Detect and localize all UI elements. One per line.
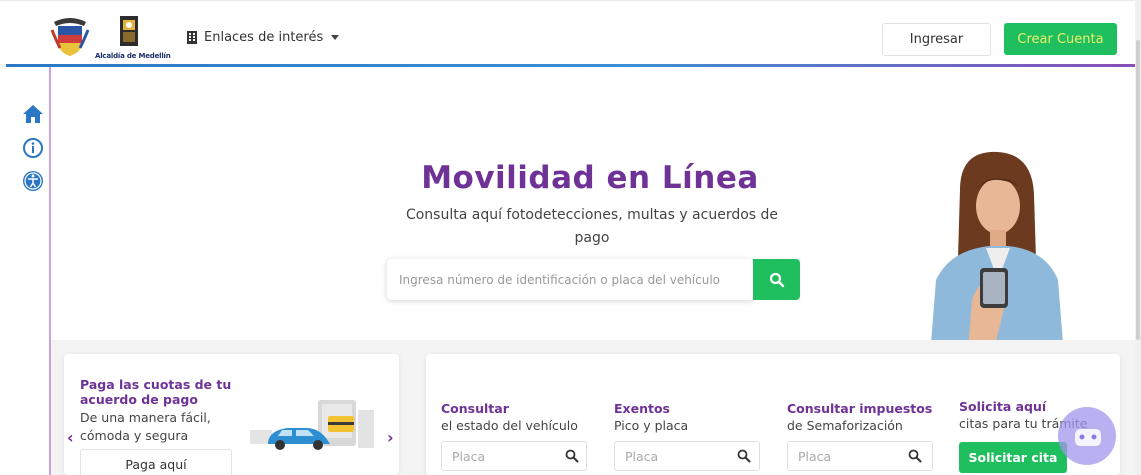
signup-button[interactable]: Crear Cuenta bbox=[1004, 23, 1117, 55]
search-button[interactable] bbox=[753, 259, 800, 300]
pay-here-button[interactable]: Paga aquí bbox=[80, 449, 232, 475]
colombia-shield-logo[interactable] bbox=[50, 14, 90, 58]
consultar-subtitle: el estado del vehículo bbox=[441, 418, 578, 433]
page-title: Movilidad en Línea bbox=[421, 160, 759, 196]
payment-card-title: Paga las cuotas de tu acuerdo de pago bbox=[80, 377, 232, 407]
citas-title: Solicita aquí bbox=[959, 399, 1047, 414]
search-icon bbox=[769, 272, 784, 287]
impuestos-title: Consultar impuestos bbox=[787, 401, 933, 416]
carousel-next-arrow[interactable]: › bbox=[387, 428, 394, 447]
search-icon[interactable] bbox=[565, 449, 579, 463]
search-icon[interactable] bbox=[908, 449, 922, 463]
chatbot-button[interactable] bbox=[1058, 407, 1116, 465]
home-icon[interactable] bbox=[22, 103, 44, 125]
hero-subtitle: Consulta aquí fotodetecciones, multas y … bbox=[405, 207, 779, 246]
medellin-logo[interactable]: Alcaldía de Medellín bbox=[93, 14, 171, 62]
links-dropdown[interactable]: Enlaces de interés bbox=[186, 30, 340, 45]
scrollbar-thumb[interactable] bbox=[1136, 40, 1140, 340]
request-appointment-button[interactable]: Solicitar cita bbox=[959, 442, 1067, 473]
search-input[interactable] bbox=[387, 259, 753, 300]
car-payment-illustration bbox=[250, 400, 374, 450]
chatbot-icon bbox=[1075, 429, 1101, 446]
links-label: Enlaces de interés bbox=[204, 30, 324, 45]
woman-with-phone-illustration bbox=[930, 151, 1064, 356]
exentos-subtitle: Pico y placa bbox=[614, 418, 689, 433]
info-icon[interactable] bbox=[22, 137, 44, 159]
impuestos-subtitle: de Semaforización bbox=[787, 418, 903, 433]
consultar-title: Consultar bbox=[441, 401, 509, 416]
left-sidebar bbox=[0, 67, 51, 475]
chevron-down-icon bbox=[331, 35, 340, 40]
accessibility-icon[interactable] bbox=[22, 170, 44, 192]
exentos-title: Exentos bbox=[614, 401, 670, 416]
building-icon bbox=[187, 31, 197, 44]
payment-card-description: De una manera fácil, cómoda y segura bbox=[80, 410, 211, 443]
carousel-prev-arrow[interactable]: ‹ bbox=[67, 428, 74, 447]
login-button[interactable]: Ingresar bbox=[882, 23, 991, 56]
logo-caption: Alcaldía de Medellín bbox=[95, 52, 171, 60]
search-icon[interactable] bbox=[737, 449, 751, 463]
